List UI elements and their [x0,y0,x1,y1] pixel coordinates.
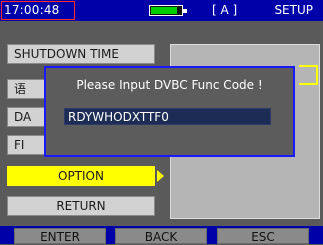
dialog-message: Please Input DVBC Func Code ! [76,78,263,92]
status-bar: 17:00:48 [ A ] SETUP [0,0,323,21]
battery-level-fill [151,7,177,14]
func-code-input[interactable]: RDYWHODXTTF0 [64,108,271,125]
enter-button[interactable]: ENTER [14,228,106,244]
menu-item-return[interactable]: RETURN [7,196,155,216]
battery-icon [149,5,187,16]
submenu-highlight [299,65,318,85]
back-button[interactable]: BACK [115,228,207,244]
battery-tip [183,9,187,13]
menu-item-shutdown-time[interactable]: SHUTDOWN TIME [7,44,155,64]
mode-title: SETUP [274,3,313,17]
menu-item-option[interactable]: OPTION [7,166,155,186]
channel-indicator: [ A ] [212,3,238,17]
clock-display: 17:00:48 [1,1,75,20]
func-code-dialog: Please Input DVBC Func Code ! RDYWHODXTT… [44,66,295,157]
esc-button[interactable]: ESC [217,228,309,244]
selection-arrow-icon [157,170,164,182]
